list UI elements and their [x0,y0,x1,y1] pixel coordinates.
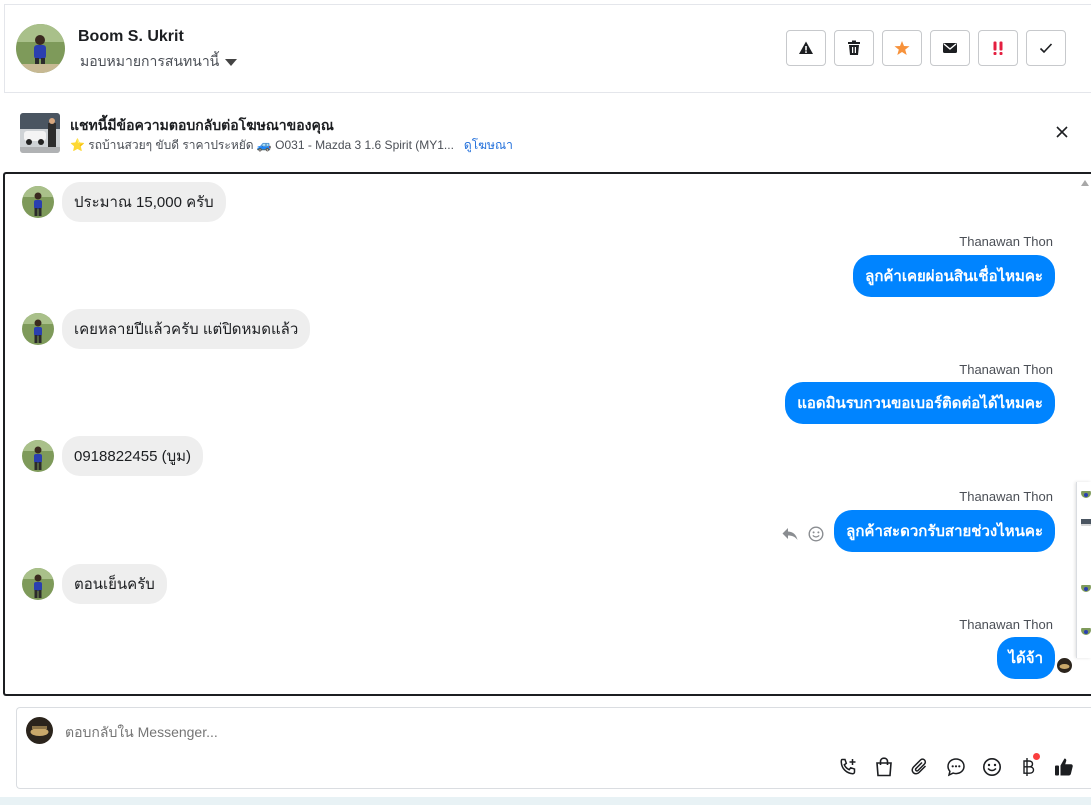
avatar[interactable] [1081,582,1091,592]
seen-receipt-avatar [1057,658,1072,673]
caret-down-icon [225,59,238,66]
attach-button[interactable] [909,756,931,778]
add-call-icon [840,758,856,775]
assign-label: มอบหมายการสนทนานี้ [80,53,220,69]
message-thread[interactable]: ประมาณ 15,000 ครับ Thanawan Thon ลูกค้าเ… [3,172,1091,696]
conversation-header: Boom S. Ukrit มอบหมายการสนทนานี้ [4,4,1091,93]
mark-spam-button[interactable] [786,30,826,66]
incoming-message-bubble[interactable]: เคยหลายปีแล้วครับ แต่ปิดหมดแล้ว [62,309,311,349]
reply-icon[interactable] [782,527,798,541]
contact-avatar-small [22,440,54,472]
ad-banner-title: แชทนี้มีข้อความตอบกลับต่อโฆษณาของคุณ [70,117,334,133]
reply-input[interactable] [65,724,765,740]
ad-thumbnail[interactable] [1081,516,1091,526]
message-row-incoming: 0918822455 (บูม) [22,436,203,476]
close-banner-button[interactable] [1053,123,1071,141]
outgoing-message-bubble[interactable]: ได้จ้า [996,637,1055,679]
inbox-conversation-view: Boom S. Ukrit มอบหมายการสนทนานี้ แชทนี้ม… [0,0,1091,805]
important-icon [993,41,1003,55]
bottom-strip [0,797,1091,805]
scroll-up-arrow[interactable] [1081,180,1089,186]
message-row-incoming: ตอนเย็นครับ [22,564,167,604]
outgoing-message-bubble[interactable]: ลูกค้าเคยผ่อนสินเชื่อไหมคะ [853,255,1055,297]
assign-conversation-dropdown[interactable]: มอบหมายการสนทนานี้ [80,51,238,73]
mail-icon [943,43,957,53]
mark-done-button[interactable] [1026,30,1066,66]
ad-description: ⭐ รถบ้านสวยๆ ขับดี ราคาประหยัด 🚙 O031 - … [70,138,454,152]
page-avatar [26,717,53,744]
message-composer [16,707,1091,789]
thumbs-up-icon [1055,758,1073,776]
sender-name: Thanawan Thon [959,617,1053,632]
send-like-button[interactable] [1053,756,1075,778]
paperclip-icon [911,758,927,775]
star-icon [894,41,910,55]
message-row-incoming: ประมาณ 15,000 ครับ [22,182,226,222]
avatar[interactable] [1081,488,1091,498]
incoming-message-bubble[interactable]: ประมาณ 15,000 ครับ [62,182,226,222]
payment-button[interactable] [1017,753,1040,778]
message-hover-actions [782,526,824,542]
sender-name: Thanawan Thon [959,234,1053,249]
composer-toolbar [837,753,1075,778]
outgoing-message-bubble[interactable]: แอดมินรบกวนขอเบอร์ติดต่อได้ไหมคะ [785,382,1055,424]
react-emoji-icon[interactable] [808,526,824,542]
ad-banner-subtitle: ⭐ รถบ้านสวยๆ ขับดี ราคาประหยัด 🚙 O031 - … [70,136,513,155]
report-icon [799,41,813,54]
contact-name[interactable]: Boom S. Ukrit [78,28,184,46]
saved-replies-button[interactable] [945,756,967,778]
baht-icon [1023,758,1035,776]
contact-avatar[interactable] [16,24,65,73]
trash-icon [848,40,860,55]
emoji-button[interactable] [981,756,1003,778]
emoji-icon [983,758,1001,776]
message-row-incoming: เคยหลายปีแล้วครับ แต่ปิดหมดแล้ว [22,309,311,349]
incoming-message-bubble[interactable]: 0918822455 (บูม) [62,436,203,476]
side-panel-edge[interactable] [1076,482,1091,658]
shop-button[interactable] [873,756,895,778]
outgoing-message-bubble[interactable]: ลูกค้าสะดวกรับสายช่วงไหนคะ [834,510,1055,552]
contact-avatar-small [22,186,54,218]
header-actions [786,30,1066,66]
sender-name: Thanawan Thon [959,362,1053,377]
close-icon [1056,126,1068,138]
follow-up-button[interactable] [978,30,1018,66]
notification-dot [1033,753,1040,760]
sender-name: Thanawan Thon [959,489,1053,504]
avatar[interactable] [1081,625,1091,635]
ad-reply-banner: แชทนี้มีข้อความตอบกลับต่อโฆษณาของคุณ ⭐ ร… [4,93,1091,171]
star-button[interactable] [882,30,922,66]
delete-button[interactable] [834,30,874,66]
shopping-bag-icon [876,757,892,777]
contact-avatar-small [22,313,54,345]
saved-reply-icon [947,758,965,777]
call-button[interactable] [837,756,859,778]
mark-unread-button[interactable] [930,30,970,66]
contact-avatar-small [22,568,54,600]
incoming-message-bubble[interactable]: ตอนเย็นครับ [62,564,167,604]
ad-thumbnail [20,113,60,153]
checkmark-icon [1039,43,1053,54]
view-ad-link[interactable]: ดูโฆษณา [464,136,513,155]
